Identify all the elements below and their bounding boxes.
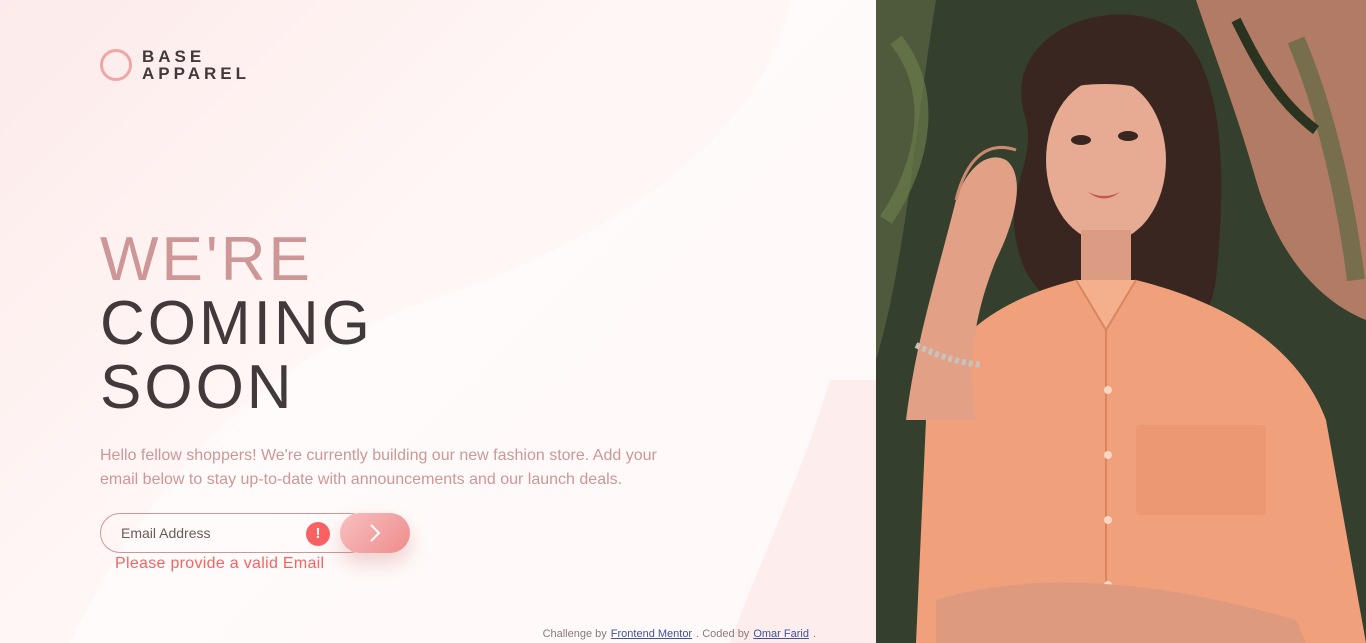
ring-logo-icon	[100, 49, 132, 81]
exclamation-icon: !	[306, 522, 330, 546]
headline-dark-line-2: SOON	[100, 353, 295, 422]
arrow-right-icon	[370, 524, 381, 542]
hero-image	[876, 0, 1366, 643]
attribution-middle: . Coded by	[696, 628, 750, 640]
brand-logo[interactable]: BASE APPAREL	[100, 48, 250, 82]
brand-line-2: APPAREL	[142, 64, 250, 83]
frontend-mentor-link[interactable]: Frontend Mentor	[611, 628, 692, 640]
brand-line-1: BASE	[142, 47, 206, 66]
submit-button[interactable]	[340, 513, 410, 553]
page-headline: WE'RE COMING SOON	[100, 228, 373, 420]
headline-dark-line-1: COMING	[100, 289, 373, 358]
left-panel: BASE APPAREL WE'RE COMING SOON Hello fel…	[0, 0, 876, 643]
attribution-suffix: .	[812, 628, 816, 640]
hero-photo-illustration	[876, 0, 1366, 643]
brand-name: BASE APPAREL	[142, 48, 250, 82]
email-error-message: Please provide a valid Email	[115, 555, 325, 572]
attribution: Challenge by Frontend Mentor . Coded by …	[543, 628, 816, 640]
author-link[interactable]: Omar Farid	[753, 628, 809, 640]
attribution-prefix: Challenge by	[542, 628, 607, 640]
email-signup-form: !	[100, 513, 410, 553]
headline-light: WE'RE	[100, 225, 313, 294]
intro-text: Hello fellow shoppers! We're currently b…	[100, 447, 657, 488]
